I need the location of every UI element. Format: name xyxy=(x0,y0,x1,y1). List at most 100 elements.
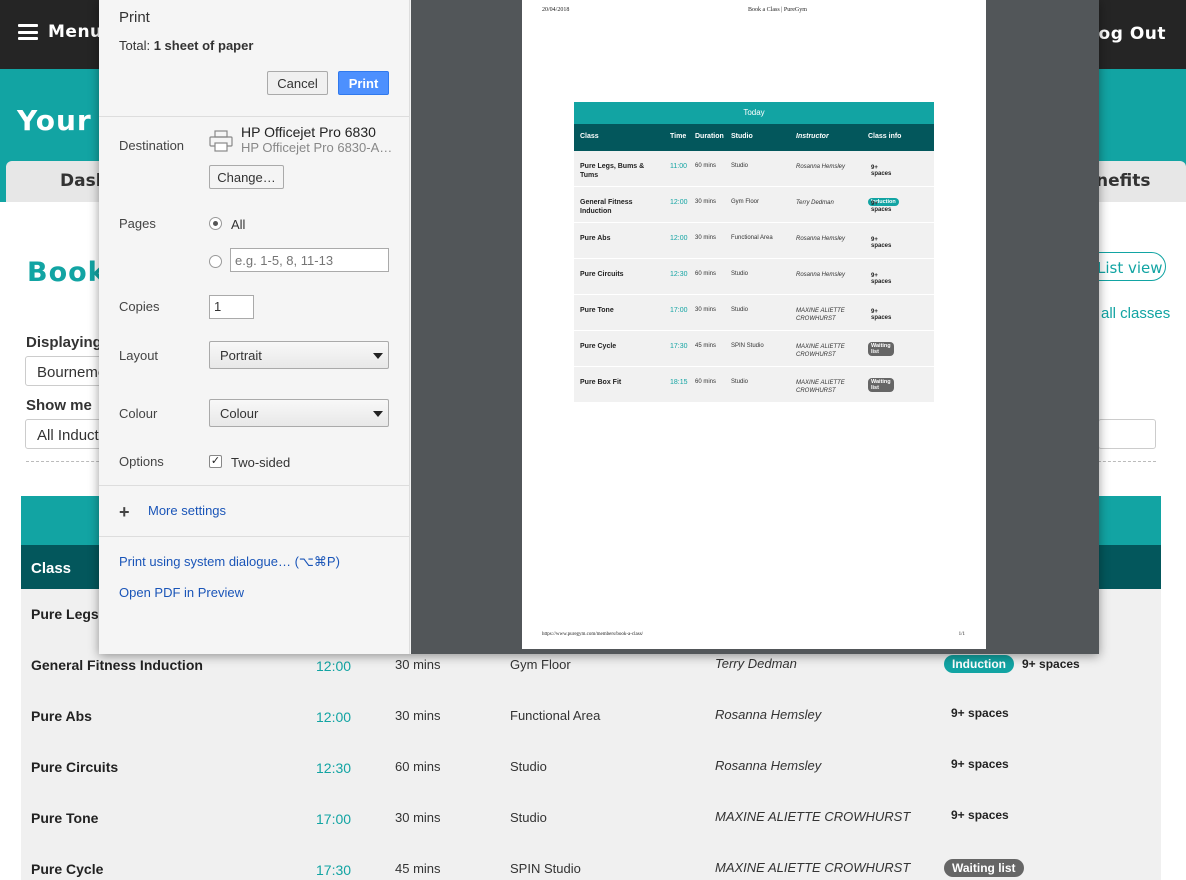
pages-custom-radio[interactable] xyxy=(209,255,222,268)
preview-class-time: 12:00 xyxy=(670,199,688,206)
system-dialogue-link[interactable]: Print using system dialogue… (⌥⌘P) xyxy=(119,554,340,570)
preview-table-row: Pure Legs, Bums & Tums 11:00 60 mins Studio… xyxy=(574,151,934,187)
preview-class-time: 17:30 xyxy=(670,343,688,350)
two-sided-checkbox[interactable]: ✓ xyxy=(209,455,222,468)
preview-class-time: 11:00 xyxy=(670,163,687,170)
cancel-button[interactable]: Cancel xyxy=(267,71,328,95)
page-title: Book xyxy=(27,257,107,288)
column-class: Class xyxy=(31,560,72,577)
preview-class-instructor: MAXINE ALIETTE CROWHURST xyxy=(796,380,845,394)
preview-status-badge: Waiting list xyxy=(868,378,894,392)
preview-class-name: Pure Circuits xyxy=(580,271,624,278)
printer-icon xyxy=(209,130,233,152)
preview-status-badge: Waiting list xyxy=(868,342,894,356)
menu-icon xyxy=(18,24,38,40)
pages-range-input[interactable] xyxy=(230,248,389,272)
spaces-available: 9+ spaces xyxy=(951,757,1009,771)
printer-name: HP Officejet Pro 6830 xyxy=(241,124,376,140)
class-duration: 45 mins xyxy=(395,861,441,876)
preview-class-name: Pure Cycle xyxy=(580,343,617,350)
filter-field-right[interactable] xyxy=(1098,419,1156,449)
dropdown-caret-icon xyxy=(373,411,383,417)
preview-class-instructor: Rosanna Hemsley xyxy=(796,236,846,242)
class-duration: 30 mins xyxy=(395,810,441,825)
table-row: Pure Abs 12:00 30 mins Functional Area Rosan… xyxy=(21,691,1161,742)
total-value: 1 sheet of paper xyxy=(153,38,254,53)
class-studio: Studio xyxy=(510,810,547,825)
print-header: Print Total: 1 sheet of paper Cancel Pri… xyxy=(99,0,410,117)
preview-class-instructor: MAXINE ALIETTE CROWHURST xyxy=(796,308,845,322)
pages-all-radio[interactable] xyxy=(209,217,222,230)
all-classes-link[interactable]: all classes xyxy=(1101,305,1170,322)
preview-class-duration: 30 mins xyxy=(695,235,717,241)
preview-table-row: General Fitness Induction 12:00 30 mins Gym… xyxy=(574,187,934,223)
print-button[interactable]: Print xyxy=(338,71,389,95)
options-label: Options xyxy=(119,454,164,469)
class-studio: Gym Floor xyxy=(510,657,571,672)
divider xyxy=(99,536,410,537)
displaying-label: Displaying xyxy=(26,334,102,351)
preview-col-class: Class xyxy=(580,133,599,140)
more-settings-link[interactable]: More settings xyxy=(148,503,226,518)
preview-class-time: 18:15 xyxy=(670,379,688,386)
preview-class-name: Pure Box Fit xyxy=(580,379,622,386)
change-destination-button[interactable]: Change… xyxy=(209,165,284,189)
open-pdf-link[interactable]: Open PDF in Preview xyxy=(119,585,244,600)
status-badge[interactable]: Induction xyxy=(944,655,1014,673)
class-duration: 60 mins xyxy=(395,759,441,774)
table-row: Pure Cycle 17:30 45 mins SPIN Studio MAXINE … xyxy=(21,844,1161,880)
preview-class-duration: 60 mins xyxy=(695,271,717,277)
logout-button[interactable]: Log Out xyxy=(1087,24,1166,44)
print-title: Print xyxy=(119,9,150,26)
layout-select[interactable]: Portrait xyxy=(209,341,389,369)
colour-value: Colour xyxy=(220,406,259,421)
preview-class-studio: Gym Floor xyxy=(731,199,760,205)
preview-table-row: Pure Tone 17:00 30 mins Studio MAXINE ALIETT… xyxy=(574,295,934,331)
preview-spaces: 9+ spaces xyxy=(871,201,892,213)
menu-button[interactable]: Menu xyxy=(18,22,103,42)
class-instructor: Rosanna Hemsley xyxy=(715,707,822,722)
preview-class-duration: 30 mins xyxy=(695,199,717,205)
class-name[interactable]: Pure Circuits xyxy=(31,759,118,775)
class-name[interactable]: Pure Abs xyxy=(31,708,92,724)
preview-col-instructor: Instructor xyxy=(796,133,829,140)
class-instructor: MAXINE ALIETTE CROWHURST xyxy=(715,860,911,875)
class-time: 12:00 xyxy=(316,709,352,725)
spaces-available: 9+ spaces xyxy=(951,706,1009,720)
table-row: Pure Tone 17:00 30 mins Studio MAXINE ALIETT… xyxy=(21,793,1161,844)
class-info: Induction 9+ spaces xyxy=(944,655,1080,673)
spaces-available: 9+ spaces xyxy=(951,808,1009,822)
preview-class-time: 12:00 xyxy=(670,235,688,242)
preview-class-studio: Studio xyxy=(731,271,749,277)
status-badge[interactable]: Waiting list xyxy=(944,859,1024,877)
pages-all-label: All xyxy=(231,217,246,232)
preview-class-duration: 60 mins xyxy=(695,379,717,385)
colour-select[interactable]: Colour xyxy=(209,399,389,427)
preview-class-name: General Fitness Induction xyxy=(580,199,633,215)
preview-class-instructor: Terry Dedman xyxy=(796,200,834,206)
plus-icon[interactable]: + xyxy=(119,502,130,523)
preview-class-duration: 30 mins xyxy=(695,307,717,313)
preview-class-instructor: Rosanna Hemsley xyxy=(796,164,846,170)
preview-class-time: 17:00 xyxy=(670,307,688,314)
class-time: 17:30 xyxy=(316,862,352,878)
copies-input[interactable]: 1 xyxy=(209,295,254,319)
preview-column-header: Class Time Duration Studio Instructor Cl… xyxy=(574,124,934,151)
colour-label: Colour xyxy=(119,406,158,421)
preview-class-name: Pure Abs xyxy=(580,235,611,242)
preview-class-table: Today Class Time Duration Studio Instruc… xyxy=(574,102,934,403)
menu-label: Menu xyxy=(48,22,103,42)
class-name[interactable]: Pure Legs xyxy=(31,606,99,622)
preview-today-header: Today xyxy=(574,102,934,124)
print-dialog: Print Total: 1 sheet of paper Cancel Pri… xyxy=(99,0,1099,654)
dropdown-caret-icon xyxy=(373,353,383,359)
class-instructor: Terry Dedman xyxy=(715,656,797,671)
preview-spaces: 9+ spaces xyxy=(871,309,892,321)
class-name[interactable]: General Fitness Induction xyxy=(31,657,203,673)
total-label: Total: xyxy=(119,38,151,53)
preview-spaces: 9+ spaces xyxy=(871,165,892,177)
preview-class-studio: Studio xyxy=(731,307,749,313)
class-studio: SPIN Studio xyxy=(510,861,581,876)
class-name[interactable]: Pure Cycle xyxy=(31,861,103,877)
class-name[interactable]: Pure Tone xyxy=(31,810,98,826)
